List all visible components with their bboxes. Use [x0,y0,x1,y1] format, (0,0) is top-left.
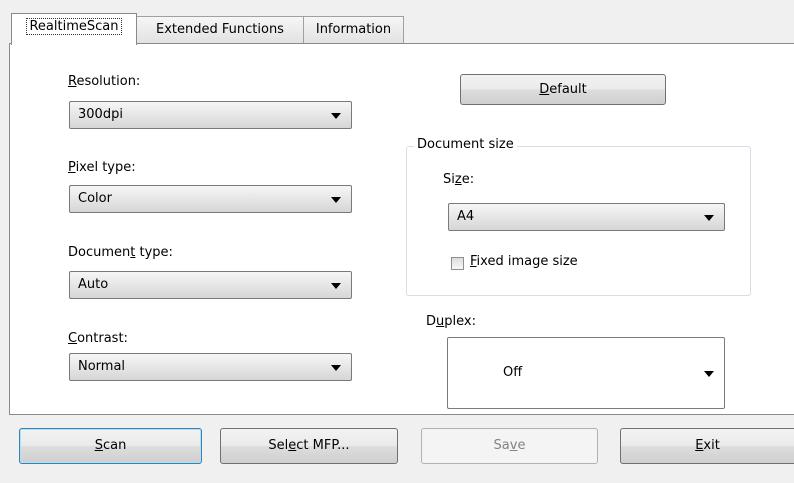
tab-panel-realtimescan: Resolution: 300dpi Pixel type: Color Doc… [9,43,794,415]
pixel-type-value: Color [78,191,112,206]
duplex-value: Off [503,365,523,380]
chevron-down-icon [704,215,714,221]
chevron-down-icon [331,283,341,289]
chevron-down-icon [331,197,341,203]
duplex-label: Duplex: [426,314,476,329]
chevron-down-icon [331,113,341,119]
size-value: A4 [457,209,475,224]
document-type-label: Document type: [68,245,173,260]
resolution-select[interactable]: 300dpi [69,101,352,129]
document-type-value: Auto [78,277,109,292]
save-button[interactable]: Save [421,428,598,464]
size-label: Size: [443,172,475,187]
pixel-type-select[interactable]: Color [69,185,352,213]
tab-label: Extended Functions [156,22,284,37]
tab-information[interactable]: Information [303,16,404,43]
tab-label: Information [315,22,392,37]
chevron-down-icon [331,365,341,371]
size-select[interactable]: A4 [448,203,725,231]
fixed-image-size-checkbox[interactable] [451,257,464,270]
duplex-select[interactable]: Off [447,337,725,409]
document-type-select[interactable]: Auto [69,271,352,299]
chevron-down-icon [704,371,714,377]
contrast-label: Contrast: [68,331,128,346]
tab-realtimescan[interactable]: RealtimeScan [11,13,137,45]
resolution-label: Resolution: [68,74,141,89]
select-mfp-button[interactable]: Select MFP... [220,428,398,464]
tab-extended-functions[interactable]: Extended Functions [136,16,304,43]
fixed-image-size-label[interactable]: Fixed image size [470,254,578,269]
contrast-select[interactable]: Normal [69,353,352,381]
document-size-title: Document size [414,137,517,152]
exit-button[interactable]: Exit [620,428,794,464]
tab-label: RealtimeScan [26,18,122,35]
document-size-group: Document size Size: A4 Fixed image size [406,137,751,296]
contrast-value: Normal [78,359,126,374]
default-button[interactable]: Default [460,74,666,105]
resolution-value: 300dpi [78,107,123,122]
scan-button[interactable]: Scan [19,428,202,464]
pixel-type-label: Pixel type: [68,160,136,175]
